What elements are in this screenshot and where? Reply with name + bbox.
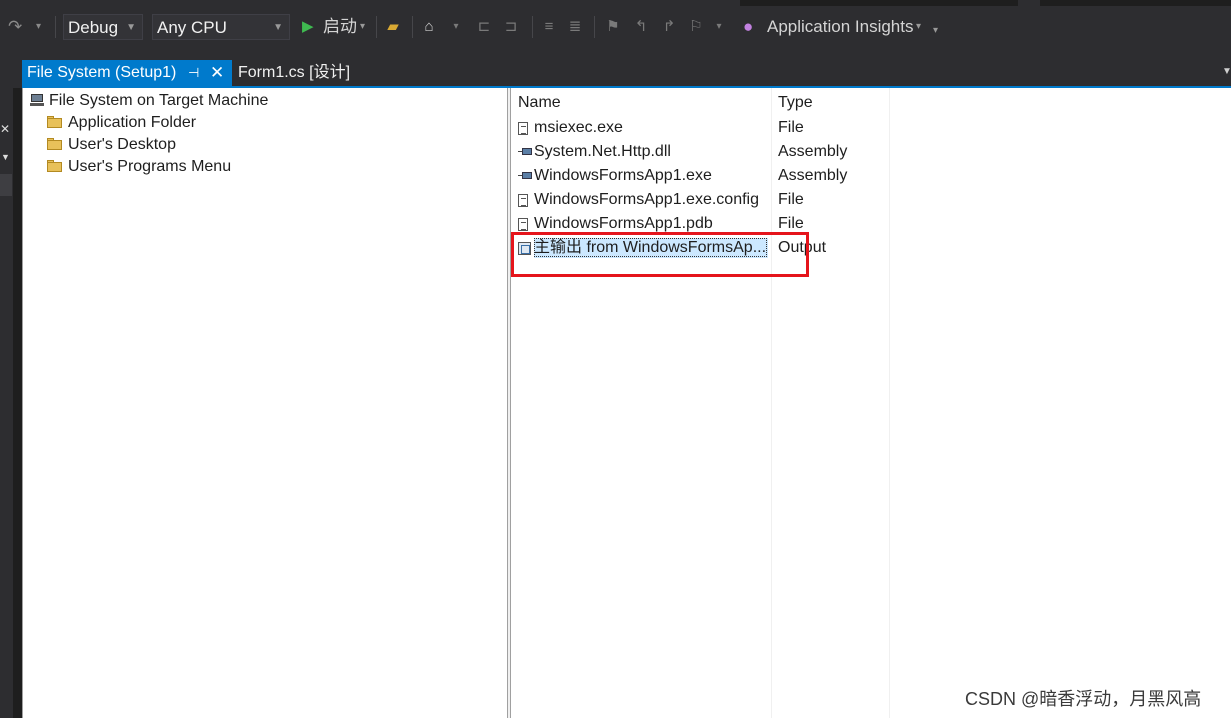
list-row[interactable]: WindowsFormsApp1.exe Assembly bbox=[511, 164, 1231, 188]
file-system-tree: File System on Target Machine Applicatio… bbox=[22, 88, 507, 718]
folder-icon bbox=[47, 138, 63, 150]
folder-icon bbox=[47, 160, 63, 172]
indent-icon[interactable]: ≡ bbox=[540, 16, 558, 38]
tab-file-system[interactable]: File System (Setup1) ⊣ ✕ bbox=[22, 60, 232, 86]
start-button[interactable]: 启动 bbox=[323, 14, 357, 40]
close-icon[interactable]: ✕ bbox=[0, 122, 10, 136]
pin-icon[interactable]: ⊣ bbox=[188, 60, 199, 86]
computer-icon bbox=[30, 94, 44, 106]
outdent-icon[interactable]: ≣ bbox=[566, 16, 584, 38]
search-box-edge bbox=[740, 0, 1018, 6]
list-row[interactable]: WindowsFormsApp1.exe.config File bbox=[511, 188, 1231, 212]
tab-label: File System (Setup1) bbox=[27, 64, 177, 81]
file-icon bbox=[518, 194, 528, 207]
folder-icon bbox=[47, 116, 63, 128]
play-icon[interactable]: ▶ bbox=[302, 14, 314, 40]
toolbar-separator bbox=[412, 16, 413, 38]
row-name: WindowsFormsApp1.exe.config bbox=[534, 191, 759, 208]
platform-select[interactable]: Any CPU ▼ bbox=[152, 14, 290, 40]
start-dropdown-icon[interactable]: ▾ bbox=[360, 14, 365, 40]
row-type: File bbox=[778, 119, 804, 136]
tree-item-label: User's Desktop bbox=[68, 136, 176, 153]
tree-root-label: File System on Target Machine bbox=[49, 92, 269, 109]
account-area-edge bbox=[1040, 0, 1231, 6]
tab-list-dropdown-icon[interactable]: ▼ bbox=[1222, 66, 1231, 77]
tree-item-users-programs-menu[interactable]: User's Programs Menu bbox=[47, 156, 231, 178]
next-bookmark-icon[interactable]: ↱ bbox=[660, 16, 678, 38]
annotation-highlight-box bbox=[511, 232, 809, 277]
assembly-icon bbox=[518, 172, 532, 181]
row-name: msiexec.exe bbox=[534, 119, 623, 136]
toolbar: ↷ ▾ Debug ▼ Any CPU ▼ ▶ 启动 ▾ ▰ ⌂ ▾ ⊏ ⊐ ≡… bbox=[0, 0, 1231, 56]
home-icon[interactable]: ⌂ bbox=[420, 16, 438, 38]
tree-item-label: Application Folder bbox=[68, 114, 197, 131]
list-row[interactable]: System.Net.Http.dll Assembly bbox=[511, 140, 1231, 164]
tree-item-label: User's Programs Menu bbox=[68, 158, 232, 175]
redo-icon[interactable]: ↷ bbox=[8, 14, 22, 40]
insights-dropdown-icon[interactable]: ▾ bbox=[916, 14, 921, 40]
platform-value: Any CPU bbox=[157, 18, 227, 37]
solution-config-value: Debug bbox=[68, 18, 119, 37]
prev-bookmark-icon[interactable]: ↰ bbox=[632, 16, 650, 38]
file-icon bbox=[518, 122, 528, 135]
overflow-icon[interactable]: ▾ bbox=[710, 16, 728, 38]
row-name: WindowsFormsApp1.exe bbox=[534, 167, 712, 184]
overflow-icon[interactable]: ▾ bbox=[447, 16, 465, 38]
clear-bookmark-icon[interactable]: ⚐ bbox=[687, 16, 705, 38]
overflow-icon[interactable]: ▾ bbox=[933, 18, 938, 44]
redo-dropdown-icon[interactable]: ▾ bbox=[36, 14, 41, 40]
tab-form1-design[interactable]: Form1.cs [设计] bbox=[238, 60, 350, 86]
close-icon[interactable]: ✕ bbox=[210, 60, 224, 86]
align-left-icon[interactable]: ⊏ bbox=[475, 16, 493, 38]
toolbar-separator bbox=[532, 16, 533, 38]
chevron-down-icon[interactable]: ▼ bbox=[1, 152, 10, 162]
row-type: File bbox=[778, 191, 804, 208]
row-type: Assembly bbox=[778, 167, 848, 184]
left-tool-rail: ✕ ▼ bbox=[0, 56, 13, 718]
tree-item-application-folder[interactable]: Application Folder bbox=[47, 112, 196, 134]
tree-item-users-desktop[interactable]: User's Desktop bbox=[47, 134, 176, 156]
file-list: Name Type msiexec.exe File System.Net.Ht… bbox=[511, 88, 1231, 718]
row-name: System.Net.Http.dll bbox=[534, 143, 671, 160]
tab-label: Form1.cs [设计] bbox=[238, 64, 351, 81]
bookmark-icon[interactable]: ⚑ bbox=[604, 16, 622, 38]
assembly-icon bbox=[518, 148, 532, 157]
row-type: Assembly bbox=[778, 143, 848, 160]
toolbar-separator bbox=[55, 16, 56, 38]
column-header-name[interactable]: Name bbox=[518, 92, 561, 114]
align-right-icon[interactable]: ⊐ bbox=[502, 16, 520, 38]
column-header-type[interactable]: Type bbox=[778, 92, 813, 114]
tree-root[interactable]: File System on Target Machine bbox=[30, 90, 268, 112]
chevron-down-icon: ▼ bbox=[126, 22, 136, 33]
rail-tab[interactable] bbox=[0, 174, 12, 196]
solution-config-select[interactable]: Debug ▼ bbox=[63, 14, 143, 40]
file-icon bbox=[518, 218, 528, 231]
list-row[interactable]: msiexec.exe File bbox=[511, 116, 1231, 140]
rail-gap bbox=[13, 88, 22, 718]
watermark: CSDN @暗香浮动，月黑风高 bbox=[965, 689, 1202, 709]
application-insights-button[interactable]: Application Insights bbox=[767, 14, 913, 40]
toolbar-separator bbox=[594, 16, 595, 38]
folder-search-icon[interactable]: ▰ bbox=[384, 16, 402, 38]
toolbar-separator bbox=[376, 16, 377, 38]
lightbulb-icon[interactable]: ● bbox=[743, 14, 753, 40]
chevron-down-icon: ▼ bbox=[273, 22, 283, 33]
